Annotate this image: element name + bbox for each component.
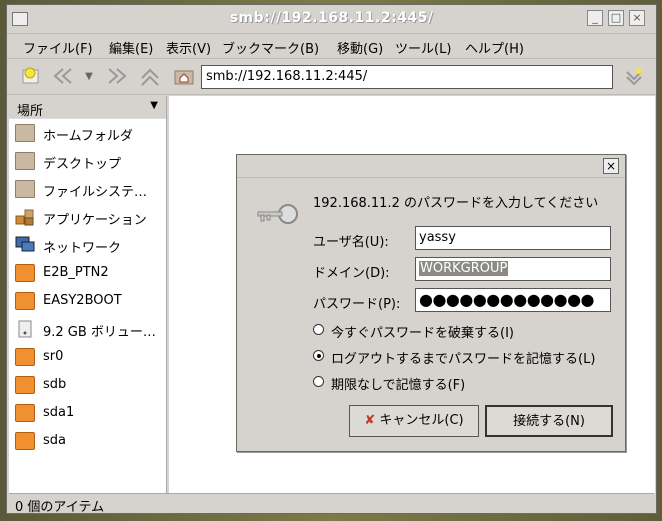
- menu-view[interactable]: 表示(V): [166, 38, 211, 57]
- back-icon[interactable]: [51, 66, 73, 88]
- dialog-prompt: 192.168.11.2 のパスワードを入力してください: [313, 196, 599, 211]
- disk-icon: [15, 320, 35, 338]
- domain-label: ドメイン(D):: [313, 266, 390, 281]
- domain-field[interactable]: WORKGROUP: [415, 257, 611, 281]
- network-icon: [15, 236, 35, 254]
- radio-label: 今すぐパスワードを破棄する(I): [331, 326, 514, 341]
- home-icon[interactable]: [173, 66, 195, 88]
- drive-icon: [15, 432, 35, 450]
- domain-value: WORKGROUP: [419, 261, 509, 276]
- sidebar-item-desktop[interactable]: デスクトップ: [9, 147, 166, 175]
- sidebar-item-label: sdb: [43, 377, 67, 392]
- sidebar-item-sdb[interactable]: sdb: [9, 371, 166, 399]
- radio-label: ログアウトするまでパスワードを記憶する(L): [331, 352, 596, 367]
- sidebar-item-filesystem[interactable]: ファイルシステ…: [9, 175, 166, 203]
- sidebar-item-e2b-ptn2[interactable]: E2B_PTN2: [9, 259, 166, 287]
- places-sidebar: 場所 ▼ ホームフォルダ デスクトップ ファイルシステ… アプリケーション ネッ…: [9, 96, 167, 493]
- key-icon: [255, 203, 299, 229]
- sidebar-item-sda[interactable]: sda: [9, 427, 166, 455]
- history-dropdown-icon[interactable]: ▼: [83, 66, 95, 88]
- maximize-button[interactable]: □: [608, 10, 624, 26]
- menu-go[interactable]: 移動(G): [337, 38, 383, 57]
- menu-help[interactable]: ヘルプ(H): [465, 38, 524, 57]
- status-bar: 0 個のアイテム: [9, 493, 654, 515]
- up-icon[interactable]: [139, 66, 161, 88]
- cancel-button[interactable]: ✘ キャンセル(C): [349, 405, 479, 437]
- sidebar-item-volume[interactable]: 9.2 GB ボリュー…: [9, 315, 166, 343]
- radio-button[interactable]: [313, 350, 324, 361]
- sidebar-item-label: ホームフォルダ: [43, 129, 133, 144]
- drive-icon: [15, 404, 35, 422]
- sidebar-item-label: ネットワーク: [43, 241, 122, 256]
- password-dialog: × 192.168.11.2 のパスワードを入力してください ユーザ名(U): …: [236, 154, 626, 452]
- password-value: ●●●●●●●●●●●●●: [419, 290, 595, 309]
- forward-icon[interactable]: [107, 66, 129, 88]
- sidebar-item-applications[interactable]: アプリケーション: [9, 203, 166, 231]
- toolbar: ▼ smb://192.168.11.2:445/: [7, 60, 656, 95]
- title-bar[interactable]: smb://192.168.11.2:445/ _ □ ×: [7, 5, 656, 34]
- filesystem-folder-icon: [15, 180, 35, 198]
- menu-bookmarks[interactable]: ブックマーク(B): [222, 38, 319, 57]
- username-field[interactable]: yassy: [415, 226, 611, 250]
- sidebar-item-label: 9.2 GB ボリュー…: [43, 325, 156, 340]
- sidebar-item-sda1[interactable]: sda1: [9, 399, 166, 427]
- close-button[interactable]: ×: [629, 10, 645, 26]
- radio-label: 期限なしで記憶する(F): [331, 378, 466, 393]
- menu-edit[interactable]: 編集(E): [109, 38, 153, 57]
- cancel-label: キャンセル(C): [379, 413, 464, 428]
- menu-tools[interactable]: ツール(L): [395, 38, 451, 57]
- minimize-button[interactable]: _: [587, 10, 603, 26]
- drive-icon: [15, 264, 35, 282]
- sidebar-item-label: ファイルシステ…: [43, 185, 148, 200]
- drive-icon: [15, 292, 35, 310]
- dialog-close-icon[interactable]: ×: [603, 158, 619, 174]
- username-label: ユーザ名(U):: [313, 235, 389, 250]
- sidebar-item-label: アプリケーション: [43, 213, 147, 228]
- sidebar-dropdown-icon[interactable]: ▼: [150, 100, 158, 111]
- connect-label: 接続する(N): [513, 414, 585, 429]
- sidebar-item-label: sr0: [43, 349, 64, 364]
- desktop-folder-icon: [15, 152, 35, 170]
- sidebar-item-home[interactable]: ホームフォルダ: [9, 119, 166, 147]
- drive-icon: [15, 348, 35, 366]
- sidebar-item-easy2boot[interactable]: EASY2BOOT: [9, 287, 166, 315]
- menu-bar: ファイル(F) 編集(E) 表示(V) ブックマーク(B) 移動(G) ツール(…: [7, 34, 656, 59]
- password-field[interactable]: ●●●●●●●●●●●●●: [415, 288, 611, 312]
- new-tab-icon[interactable]: [21, 66, 41, 88]
- dialog-title-bar[interactable]: ×: [237, 155, 625, 178]
- sidebar-item-label: デスクトップ: [43, 157, 122, 172]
- menu-file[interactable]: ファイル(F): [23, 38, 93, 57]
- cancel-icon: ✘: [364, 413, 376, 428]
- sidebar-title: 場所: [17, 104, 44, 119]
- sidebar-item-label: sda: [43, 433, 66, 448]
- connect-button[interactable]: 接続する(N): [485, 405, 613, 437]
- sidebar-item-network[interactable]: ネットワーク: [9, 231, 166, 259]
- sidebar-item-sr0[interactable]: sr0: [9, 343, 166, 371]
- radio-button[interactable]: [313, 324, 324, 335]
- home-folder-icon: [15, 124, 35, 142]
- window-title: smb://192.168.11.2:445/: [229, 10, 434, 26]
- password-label: パスワード(P):: [313, 297, 401, 312]
- location-input[interactable]: smb://192.168.11.2:445/: [201, 65, 613, 89]
- sidebar-header[interactable]: 場所 ▼: [9, 96, 166, 119]
- sidebar-item-label: sda1: [43, 405, 75, 420]
- clear-location-icon[interactable]: [623, 66, 645, 88]
- sidebar-item-label: E2B_PTN2: [43, 265, 109, 280]
- sidebar-item-label: EASY2BOOT: [43, 293, 122, 308]
- drive-icon: [15, 376, 35, 394]
- radio-button[interactable]: [313, 376, 324, 387]
- applications-icon: [15, 208, 35, 226]
- status-text: 0 個のアイテム: [15, 500, 105, 515]
